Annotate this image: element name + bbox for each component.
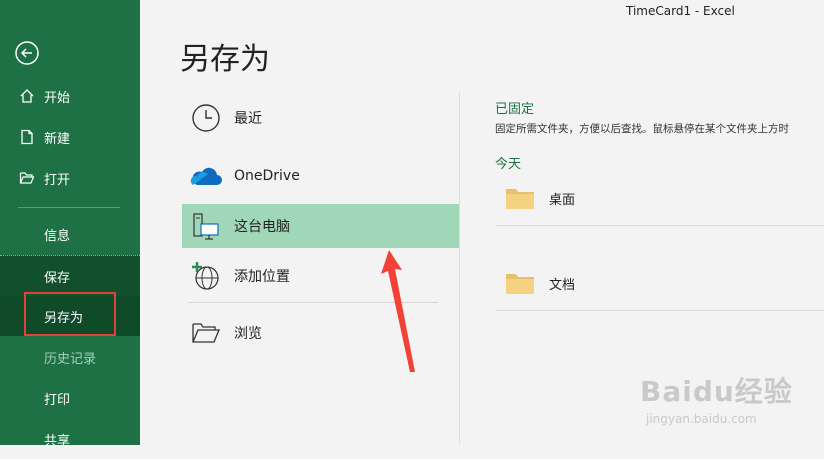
sidebar-item-label: 共享 <box>44 433 71 449</box>
page-title: 另存为 <box>180 42 270 77</box>
home-icon <box>18 87 36 105</box>
folder-open-icon <box>188 317 224 349</box>
watermark: Baidu经验 jingyan.baidu.com <box>640 370 793 426</box>
sidebar-divider <box>18 207 120 208</box>
folder-item-desktop[interactable]: 桌面 <box>495 173 824 223</box>
globe-add-icon <box>188 260 224 292</box>
sidebar-item-label: 打开 <box>44 172 71 188</box>
location-label: 浏览 <box>234 326 262 342</box>
watermark-url: jingyan.baidu.com <box>646 412 757 426</box>
sidebar-item-home[interactable]: 开始 <box>0 76 140 116</box>
cloud-icon <box>188 160 224 192</box>
annotation-highlight-box <box>24 292 116 336</box>
location-label: 这台电脑 <box>234 219 290 235</box>
folder-label: 文档 <box>549 277 576 293</box>
pinned-heading: 已固定 <box>495 102 535 117</box>
folder-icon <box>506 274 534 294</box>
sidebar-item-open[interactable]: 打开 <box>0 158 140 198</box>
window-title: TimeCard1 - Excel <box>626 4 735 18</box>
sidebar-item-print[interactable]: 打印 <box>0 378 140 418</box>
folder-label: 桌面 <box>549 192 576 208</box>
sidebar-item-label: 新建 <box>44 131 71 147</box>
location-label: 最近 <box>234 111 262 127</box>
sidebar-item-label: 打印 <box>44 392 71 408</box>
backstage-sidebar: 开始 新建 打开 信息 保存 另存为 历史记录 打印 共享 <box>0 0 140 449</box>
open-folder-icon <box>18 169 36 187</box>
location-label: OneDrive <box>234 168 300 184</box>
sidebar-item-label: 开始 <box>44 90 71 106</box>
sidebar-item-label: 保存 <box>44 270 71 286</box>
clock-icon <box>188 102 224 134</box>
today-heading: 今天 <box>495 157 522 172</box>
sidebar-item-info[interactable]: 信息 <box>0 214 140 254</box>
sidebar-item-new[interactable]: 新建 <box>0 117 140 157</box>
folder-item-documents[interactable]: 文档 <box>495 258 824 308</box>
back-arrow-icon <box>15 41 39 65</box>
folder-divider <box>495 310 824 311</box>
annotation-arrow <box>381 250 415 372</box>
watermark-brand: Baidu经验 <box>640 375 793 408</box>
sidebar-item-label: 历史记录 <box>44 351 97 367</box>
computer-icon <box>188 210 224 242</box>
folder-icon <box>506 189 534 209</box>
location-onedrive[interactable]: OneDrive <box>182 154 459 198</box>
folder-divider <box>495 225 824 226</box>
location-label: 添加位置 <box>234 269 290 285</box>
sidebar-item-label: 信息 <box>44 228 71 244</box>
location-this-pc[interactable]: 这台电脑 <box>182 204 459 248</box>
back-button[interactable] <box>14 40 40 66</box>
location-recent[interactable]: 最近 <box>182 96 459 140</box>
pane-separator <box>459 92 460 445</box>
sidebar-item-share[interactable]: 共享 <box>0 419 140 459</box>
sidebar-item-save[interactable]: 保存 <box>0 255 140 297</box>
pinned-description: 固定所需文件夹，方便以后查找。鼠标悬停在某个文件夹上方时 <box>495 123 789 135</box>
sidebar-item-history[interactable]: 历史记录 <box>0 337 140 377</box>
new-document-icon <box>18 128 36 146</box>
